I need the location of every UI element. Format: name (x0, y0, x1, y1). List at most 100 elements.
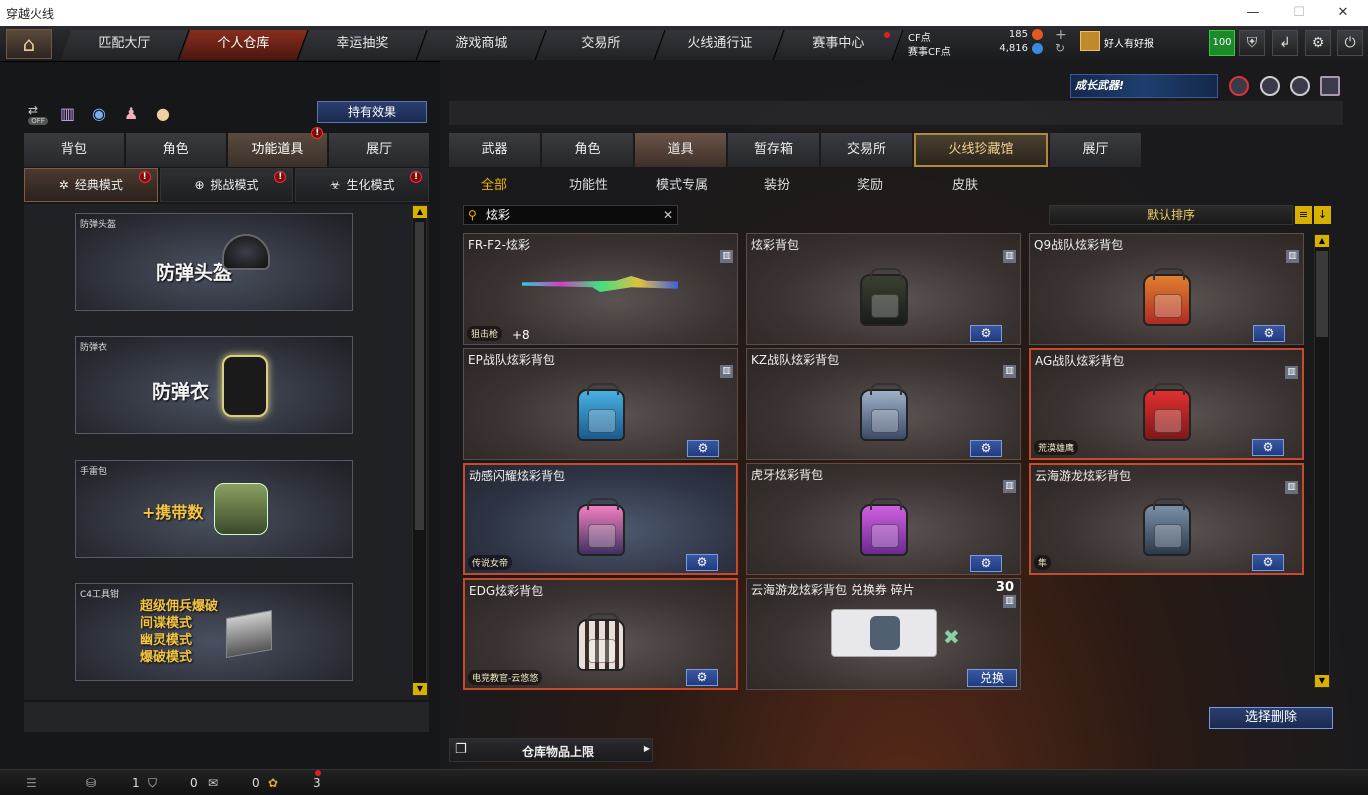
subtab-reward[interactable]: 奖励 (857, 174, 883, 193)
trash-icon[interactable]: ▥ (1003, 595, 1016, 608)
nav-tab-personal-warehouse[interactable]: 个人仓库 (179, 30, 309, 60)
exchange-button[interactable]: 兑换 (967, 669, 1017, 687)
eye-icon[interactable]: ◉ (92, 104, 106, 123)
hold-effect-button[interactable]: 持有效果 (317, 101, 427, 123)
clear-icon[interactable]: ✕ (663, 206, 673, 224)
sort-dropdown[interactable]: 默认排序 (1049, 205, 1293, 225)
character-icon[interactable]: ♟ (124, 104, 138, 123)
tab-storage[interactable]: 暂存箱 (728, 133, 819, 167)
item-card-grenade-pack[interactable]: 手雷包 +携带数 (75, 460, 353, 558)
avatar[interactable] (1080, 31, 1100, 51)
gear-icon[interactable]: ⚙ (970, 555, 1002, 572)
tab-trade[interactable]: 交易所 (821, 133, 912, 167)
level-badge[interactable]: 100 (1209, 30, 1235, 56)
subtab-functional[interactable]: 功能性 (569, 174, 608, 193)
tab-function-items[interactable]: 功能道具! (227, 127, 328, 167)
chat-icon[interactable]: ✉ (208, 776, 218, 790)
tab-props[interactable]: 道具 (635, 133, 726, 167)
gear-icon[interactable]: ⚙ (970, 325, 1002, 342)
nav-tab-lucky-draw[interactable]: 幸运抽奖 (298, 30, 428, 60)
subtab-skin[interactable]: 皮肤 (952, 174, 978, 193)
trash-icon[interactable]: ▥ (720, 365, 733, 378)
search-input[interactable]: ⚲ 炫彩 ✕ (463, 205, 678, 225)
gear-icon[interactable]: ⚙ (1252, 554, 1284, 571)
item-card[interactable]: 云海游龙炫彩背包 兑换券 碎片 30 ▥ ✖ 兑换 (746, 578, 1021, 690)
trash-icon[interactable]: ▥ (720, 250, 733, 263)
tab-collection[interactable]: 火线珍藏馆 (914, 133, 1048, 167)
gear-icon[interactable]: ⚙ (970, 440, 1002, 457)
compass-icon[interactable] (1290, 76, 1310, 96)
sort-down-icon[interactable]: ↓ (1314, 206, 1331, 224)
friends-icon[interactable]: ⛁ (86, 776, 96, 790)
subtab-mode-exclusive[interactable]: 模式专属 (656, 174, 708, 193)
scroll-up-icon[interactable]: ▲ (413, 206, 427, 218)
settings-icon[interactable]: ⚙ (1305, 30, 1331, 56)
target-icon[interactable] (1260, 76, 1280, 96)
trash-icon[interactable]: ▥ (1285, 366, 1298, 379)
trash-icon[interactable]: ▥ (1286, 250, 1299, 263)
tab-character[interactable]: 角色 (125, 133, 226, 167)
subtab-outfit[interactable]: 装扮 (764, 174, 790, 193)
item-card[interactable]: AG战队炫彩背包 ▥ 荒漠雄鹰 ⚙ (1029, 348, 1304, 460)
scroll-thumb[interactable] (415, 222, 424, 530)
gear-icon[interactable]: ⚙ (686, 669, 718, 686)
warehouse-limit-bar[interactable]: ❐ 仓库物品上限 ▶ (449, 738, 653, 762)
trash-icon[interactable]: ▥ (1003, 250, 1016, 263)
w-logo-icon[interactable] (1320, 76, 1340, 96)
stats-icon[interactable]: ▥ (60, 104, 75, 123)
mode-challenge[interactable]: ⊕ 挑战模式! (159, 168, 294, 202)
refresh-icon[interactable]: ↻ (1055, 41, 1065, 55)
nav-tab-match-lobby[interactable]: 匹配大厅 (60, 30, 190, 60)
menu-list-icon[interactable]: ☰ (26, 776, 37, 790)
scroll-up-icon[interactable]: ▲ (1315, 235, 1329, 247)
item-card-c4-pliers[interactable]: C4工具钳 超级佣兵爆破 间谍模式 幽灵模式 爆破模式 (75, 583, 353, 681)
gear-icon[interactable]: ⚙ (686, 554, 718, 571)
nav-tab-battle-pass[interactable]: 火线通行证 (655, 30, 785, 60)
tab-roles[interactable]: 角色 (542, 133, 633, 167)
tab-backpack[interactable]: 背包 (24, 133, 124, 167)
clan-shield-icon[interactable]: ⛉ (148, 776, 157, 791)
grenade-icon[interactable]: ● (156, 104, 170, 123)
scroll-thumb[interactable] (1316, 251, 1328, 337)
item-card[interactable]: EDG炫彩背包 电竞教官-云悠悠 ⚙ (463, 578, 738, 690)
tab-exhibition[interactable]: 展厅 (1050, 133, 1141, 167)
shield-icon[interactable]: ⛨ (1239, 30, 1265, 56)
close-button[interactable]: ✕ (1320, 0, 1366, 26)
item-card[interactable]: 炫彩背包 ▥ ⚙ (746, 233, 1021, 345)
gear-icon[interactable]: ⚙ (1253, 325, 1285, 342)
mode-zombie[interactable]: ☣ 生化模式! (295, 168, 430, 202)
tab-showroom[interactable]: 展厅 (329, 133, 429, 167)
item-card[interactable]: Q9战队炫彩背包 ▥ ⚙ (1029, 233, 1304, 345)
mode-classic[interactable]: ✲ 经典模式! (24, 168, 158, 202)
item-card-vest[interactable]: 防弹衣 防弹衣 (75, 336, 353, 434)
toggle-icon[interactable]: ⇄ OFF (28, 103, 48, 125)
grid-scrollbar[interactable]: ▲ ▼ (1314, 234, 1330, 688)
subtab-all[interactable]: 全部 (481, 174, 507, 193)
item-card[interactable]: 云海游龙炫彩背包 ▥ 隼 ⚙ (1029, 463, 1304, 575)
power-icon[interactable]: ⏻ (1337, 30, 1363, 56)
maximize-button[interactable]: ☐ (1276, 0, 1322, 26)
growth-weapon-banner[interactable]: 成长武器! (1070, 74, 1218, 98)
trash-icon[interactable]: ▥ (1003, 480, 1016, 493)
left-scrollbar[interactable]: ▲ ▼ (412, 205, 427, 696)
home-icon[interactable]: ⌂ (6, 29, 52, 59)
minimize-button[interactable]: — (1230, 0, 1276, 26)
trash-icon[interactable]: ▥ (1285, 481, 1298, 494)
item-card[interactable]: 虎牙炫彩背包 ▥ ⚙ (746, 463, 1021, 575)
tab-weapons[interactable]: 武器 (449, 133, 540, 167)
item-card[interactable]: 动感闪耀炫彩背包 传说女帝 ⚙ (463, 463, 738, 575)
item-card[interactable]: KZ战队炫彩背包 ▥ ⚙ (746, 348, 1021, 460)
select-delete-button[interactable]: 选择删除 (1209, 707, 1333, 729)
gear-icon[interactable]: ⚙ (1252, 439, 1284, 456)
scroll-down-icon[interactable]: ▼ (1315, 675, 1329, 687)
expand-arrow-icon[interactable]: ▶ (644, 744, 650, 753)
nav-tab-exchange[interactable]: 交易所 (536, 30, 666, 60)
trash-icon[interactable]: ▥ (1003, 365, 1016, 378)
item-card[interactable]: FR-F2-炫彩 ▥ 狙击枪 +8 (463, 233, 738, 345)
gear-icon[interactable]: ⚙ (687, 440, 719, 457)
scroll-down-icon[interactable]: ▼ (413, 683, 427, 695)
nav-tab-game-mall[interactable]: 游戏商城 (417, 30, 547, 60)
gift-icon[interactable]: ✿ (268, 776, 278, 790)
list-view-icon[interactable]: ≡ (1295, 206, 1312, 224)
item-card[interactable]: EP战队炫彩背包 ▥ ⚙ (463, 348, 738, 460)
